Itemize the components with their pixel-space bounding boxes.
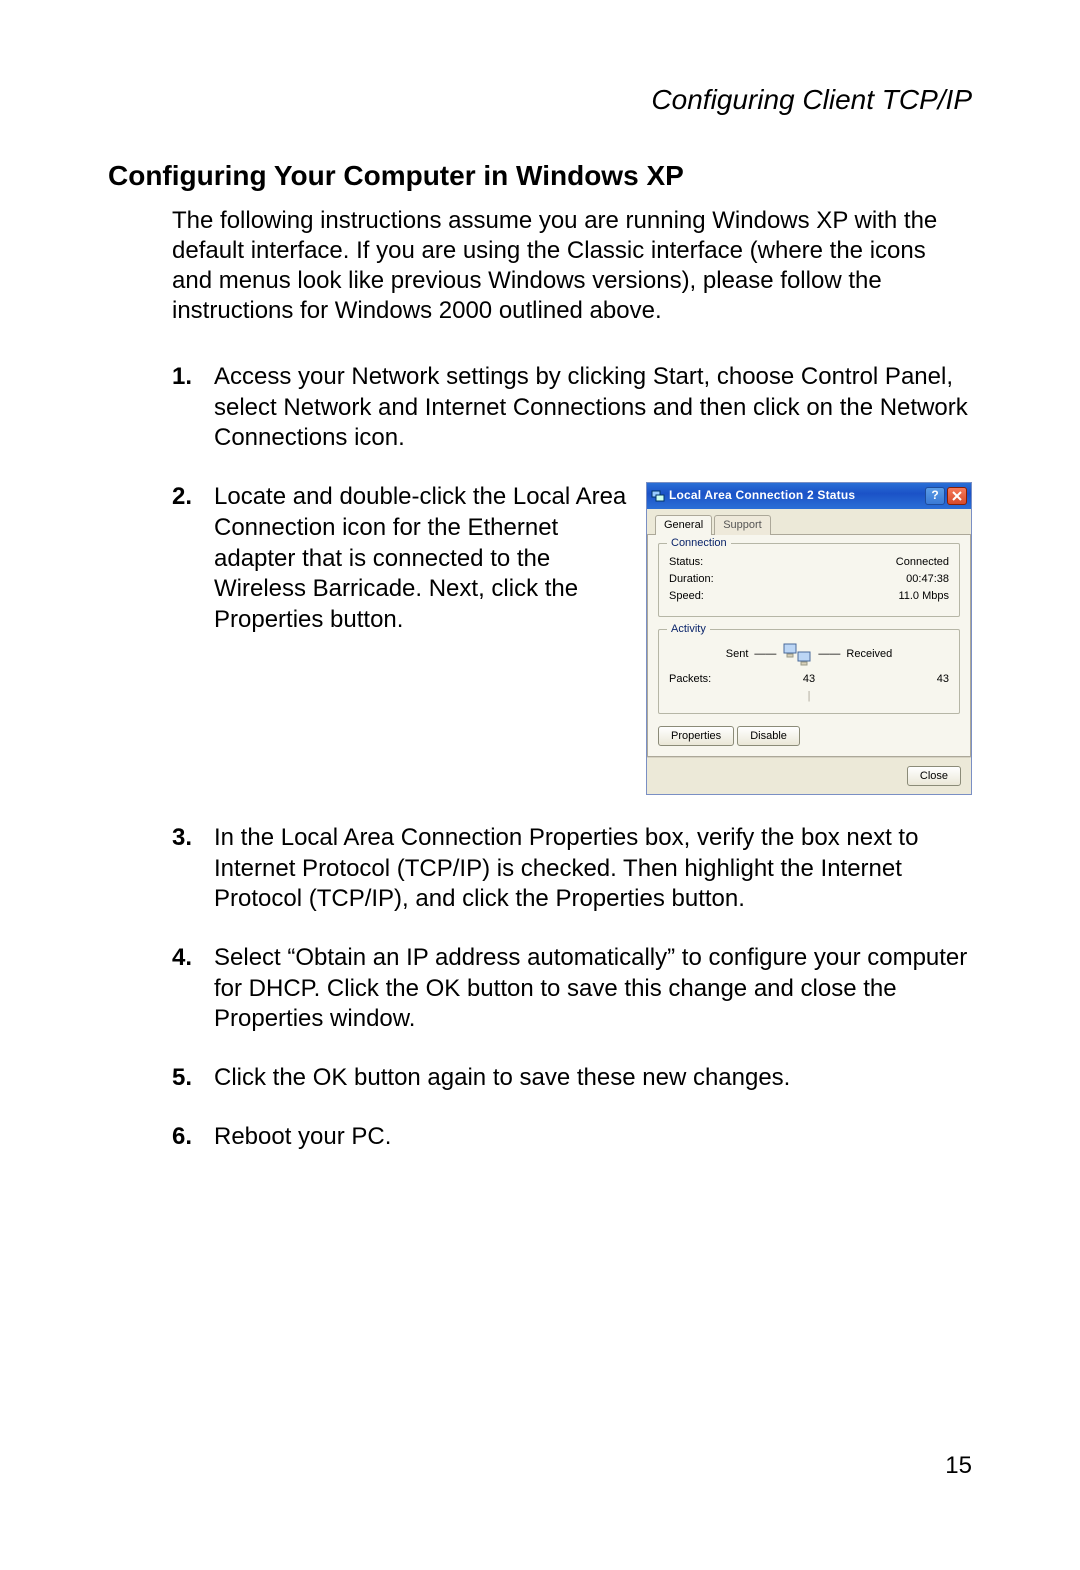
step-number: 5.	[172, 1063, 200, 1094]
step-text: Access your Network settings by clicking…	[214, 362, 972, 454]
network-icon	[651, 489, 665, 503]
step-number: 1.	[172, 362, 200, 454]
step-3: 3. In the Local Area Connection Properti…	[172, 823, 972, 915]
xp-window-title: Local Area Connection 2 Status	[669, 488, 923, 503]
received-label: Received	[846, 647, 892, 661]
packets-sent-value: 43	[762, 672, 855, 686]
section-heading: Configuring Your Computer in Windows XP	[108, 160, 972, 192]
page-number: 15	[945, 1452, 972, 1480]
step-1: 1. Access your Network settings by click…	[172, 362, 972, 454]
step-number: 2.	[172, 482, 200, 795]
connection-legend: Connection	[667, 536, 731, 550]
step-text: Click the OK button again to save these …	[214, 1063, 972, 1094]
status-value: Connected	[896, 555, 949, 569]
xp-status-window: Local Area Connection 2 Status ? General…	[646, 482, 972, 795]
packets-label: Packets:	[669, 672, 762, 686]
connection-group: Connection Status:Connected Duration:00:…	[658, 543, 960, 617]
status-label: Status:	[669, 555, 703, 569]
step-4: 4. Select “Obtain an IP address automati…	[172, 943, 972, 1035]
tab-support[interactable]: Support	[714, 515, 771, 535]
activity-icon	[782, 642, 812, 666]
step-number: 4.	[172, 943, 200, 1035]
step-number: 6.	[172, 1122, 200, 1153]
activity-legend: Activity	[667, 622, 710, 636]
step-text: In the Local Area Connection Properties …	[214, 823, 972, 915]
tab-general[interactable]: General	[655, 515, 712, 535]
speed-value: 11.0 Mbps	[898, 589, 949, 603]
dash-left: ——	[754, 647, 776, 661]
running-head: Configuring Client TCP/IP	[108, 84, 972, 116]
close-icon	[952, 491, 962, 501]
step-text: Reboot your PC.	[214, 1122, 972, 1153]
close-window-button[interactable]: Close	[907, 766, 961, 786]
duration-label: Duration:	[669, 572, 714, 586]
xp-tabs: General Support	[647, 509, 971, 535]
step-number: 3.	[172, 823, 200, 915]
duration-value: 00:47:38	[906, 572, 949, 586]
sent-label: Sent	[726, 647, 749, 661]
step-2: 2. Locate and double-click the Local Are…	[172, 482, 972, 795]
close-button[interactable]	[947, 487, 967, 505]
intro-paragraph: The following instructions assume you ar…	[172, 206, 972, 326]
step-6: 6. Reboot your PC.	[172, 1122, 972, 1153]
step-text: Locate and double-click the Local Area C…	[214, 482, 632, 636]
step-5: 5. Click the OK button again to save the…	[172, 1063, 972, 1094]
step-text: Select “Obtain an IP address automatical…	[214, 943, 972, 1035]
packets-received-value: 43	[856, 672, 949, 686]
properties-button[interactable]: Properties	[658, 726, 734, 746]
xp-titlebar[interactable]: Local Area Connection 2 Status ?	[647, 483, 971, 509]
disable-button[interactable]: Disable	[737, 726, 800, 746]
speed-label: Speed:	[669, 589, 704, 603]
help-button[interactable]: ?	[925, 487, 945, 505]
dash-right: ——	[818, 647, 840, 661]
activity-group: Activity Sent ——	[658, 629, 960, 713]
